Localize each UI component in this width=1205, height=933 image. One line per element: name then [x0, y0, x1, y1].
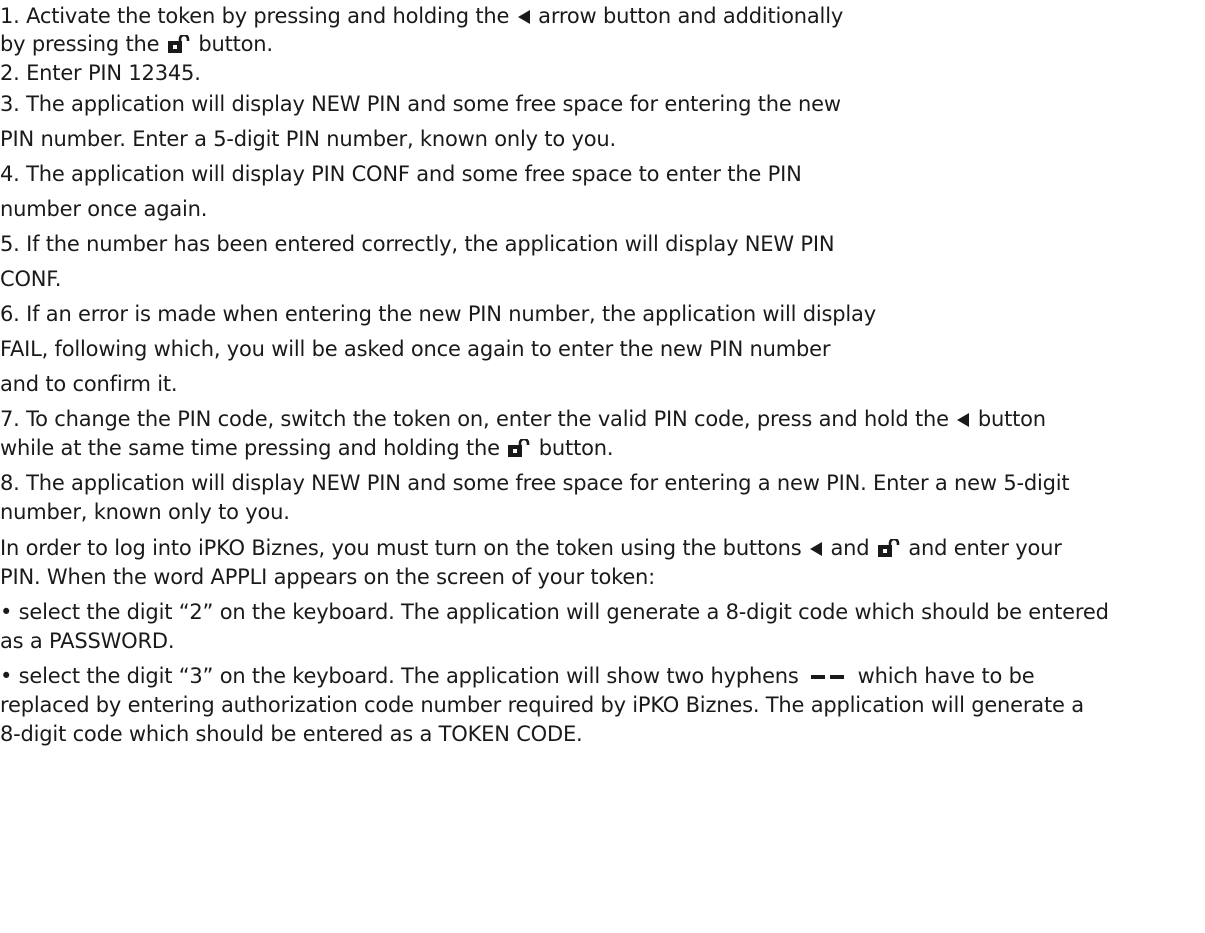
line-text: replaced by entering authorization code …	[0, 693, 1084, 717]
line-text: 8-digit code which should be entered as …	[0, 722, 583, 746]
line-text: number, known only to you.	[0, 500, 290, 524]
line-text: and enter your	[908, 536, 1062, 560]
line-text: PIN number. Enter a 5-digit PIN number, …	[0, 127, 616, 151]
text-line: 8-digit code which should be entered as …	[0, 719, 583, 749]
text-line: FAIL, following which, you will be asked…	[0, 334, 831, 364]
line-text: which have to be	[857, 664, 1035, 688]
text-line: number once again.	[0, 194, 207, 224]
line-text: 5. If the number has been entered correc…	[0, 232, 835, 256]
text-line: 2. Enter PIN 12345.	[0, 58, 201, 88]
line-text: by pressing the	[0, 32, 160, 56]
text-line: and to confirm it.	[0, 369, 178, 399]
line-text: arrow button and additionally	[538, 4, 844, 28]
line-text: as a PASSWORD.	[0, 629, 175, 653]
instruction-document: 1. Activate the token by pressing and ho…	[0, 0, 1205, 933]
line-text: • select the digit “3” on the keyboard. …	[0, 664, 799, 688]
line-text: 3. The application will display NEW PIN …	[0, 92, 841, 116]
text-line: 1. Activate the token by pressing and ho…	[0, 1, 843, 31]
text-line: • select the digit “2” on the keyboard. …	[0, 597, 1109, 627]
double-hyphen-icon	[811, 675, 845, 679]
left-arrow-icon	[809, 542, 822, 556]
text-line: • select the digit “3” on the keyboard. …	[0, 661, 1035, 691]
line-text: button	[977, 407, 1046, 431]
line-text: PIN. When the word APPLI appears on the …	[0, 565, 656, 589]
text-line: 6. If an error is made when entering the…	[0, 299, 876, 329]
text-line: CONF.	[0, 264, 61, 294]
text-line: 5. If the number has been entered correc…	[0, 229, 835, 259]
text-line: PIN. When the word APPLI appears on the …	[0, 562, 655, 592]
text-line: while at the same time pressing and hold…	[0, 433, 614, 463]
text-line: 8. The application will display NEW PIN …	[0, 468, 1070, 498]
line-text: • select the digit “2” on the keyboard. …	[0, 600, 1109, 624]
line-text: and	[830, 536, 870, 560]
line-text: In order to log into iPKO Biznes, you mu…	[0, 536, 802, 560]
text-line: 7. To change the PIN code, switch the to…	[0, 404, 1046, 434]
line-text: 8. The application will display NEW PIN …	[0, 471, 1070, 495]
text-line: In order to log into iPKO Biznes, you mu…	[0, 533, 1062, 563]
left-arrow-icon	[957, 413, 970, 427]
line-text: CONF.	[0, 267, 62, 291]
line-text: while at the same time pressing and hold…	[0, 436, 500, 460]
line-text: button.	[538, 436, 614, 460]
text-line: PIN number. Enter a 5-digit PIN number, …	[0, 124, 616, 154]
text-line: replaced by entering authorization code …	[0, 690, 1084, 720]
left-arrow-icon	[517, 10, 530, 24]
line-text: and to confirm it.	[0, 372, 178, 396]
line-text: button.	[198, 32, 273, 56]
unlock-icon	[877, 539, 900, 557]
text-line: 4. The application will display PIN CONF…	[0, 159, 802, 189]
text-line: by pressing the button.	[0, 29, 273, 59]
unlock-icon	[167, 35, 190, 53]
line-text: 7. To change the PIN code, switch the to…	[0, 407, 949, 431]
line-text: 1. Activate the token by pressing and ho…	[0, 4, 510, 28]
unlock-icon	[508, 439, 530, 457]
line-text: number once again.	[0, 197, 208, 221]
text-line: as a PASSWORD.	[0, 626, 175, 656]
line-text: 2. Enter PIN 12345.	[0, 61, 201, 85]
text-line: number, known only to you.	[0, 497, 290, 527]
text-line: 3. The application will display NEW PIN …	[0, 89, 841, 119]
line-text: 6. If an error is made when entering the…	[0, 302, 876, 326]
line-text: 4. The application will display PIN CONF…	[0, 162, 802, 186]
line-text: FAIL, following which, you will be asked…	[0, 337, 831, 361]
